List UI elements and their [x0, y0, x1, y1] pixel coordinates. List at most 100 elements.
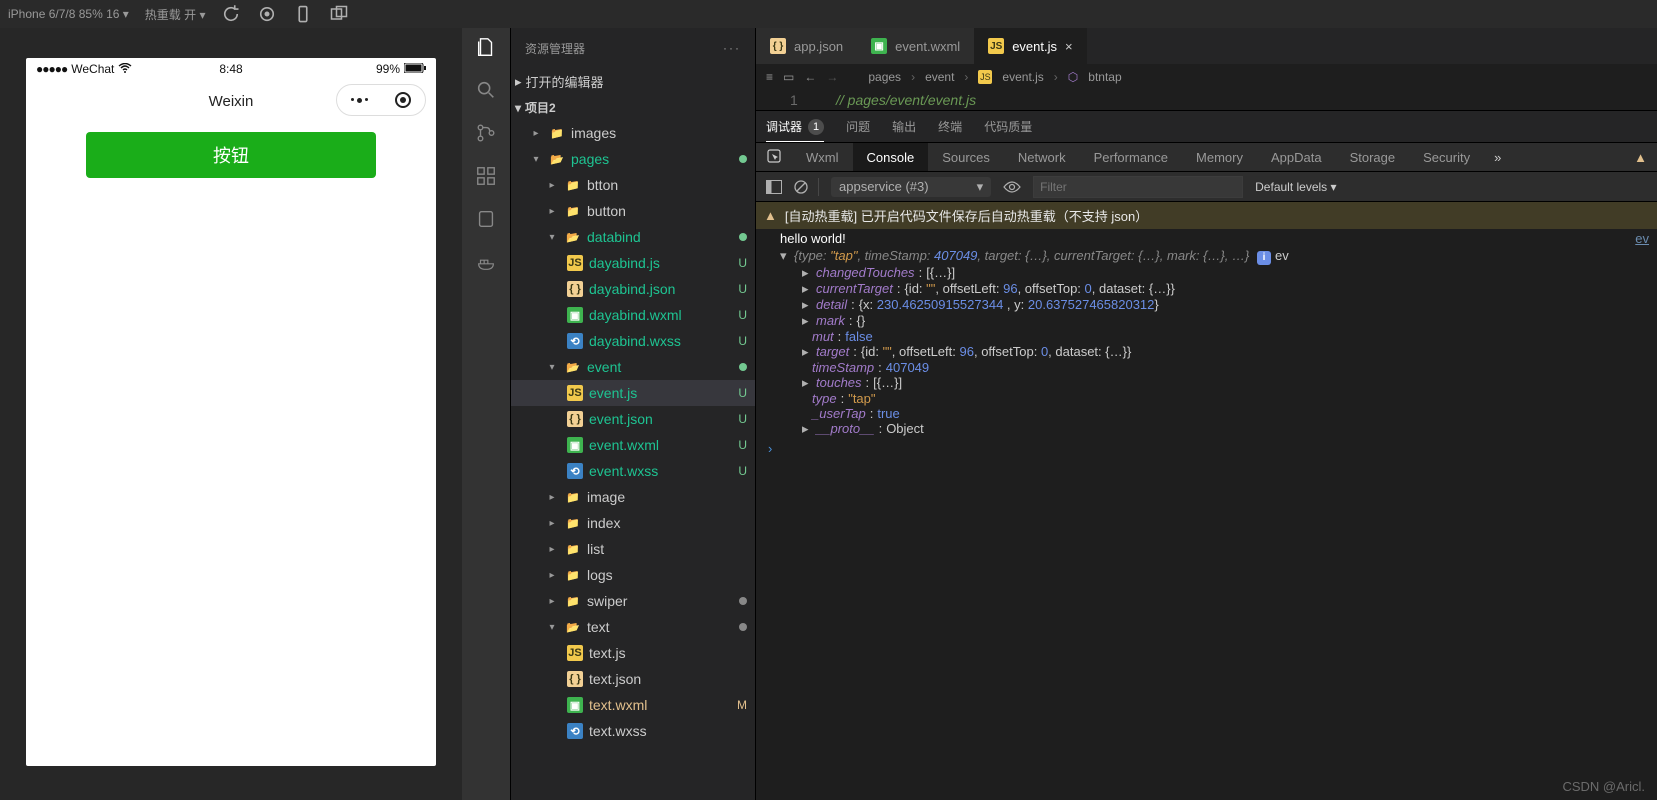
dev-performance[interactable]: Performance — [1080, 143, 1182, 171]
prop-target[interactable]: ▸target: {id: "", offsetLeft: 96, offset… — [756, 344, 1657, 360]
info-icon[interactable]: i — [1257, 251, 1271, 265]
phone-frame: ●●●●● WeChat 8:48 99% Weixin 按钮 — [26, 58, 436, 766]
folder-pages[interactable]: ▾📂pages — [511, 146, 755, 172]
db-icon[interactable] — [475, 208, 497, 233]
folder-index[interactable]: ▸📁index — [511, 510, 755, 536]
carrier-label: WeChat — [71, 62, 114, 76]
source-link[interactable]: ev — [1635, 231, 1649, 246]
prop-mark[interactable]: ▸mark: {} — [756, 313, 1657, 329]
clear-console-icon[interactable] — [794, 178, 819, 196]
file-event-js[interactable]: JSevent.jsU — [511, 380, 755, 406]
more-icon[interactable] — [351, 98, 368, 103]
folder-text[interactable]: ▾📂text — [511, 614, 755, 640]
search-icon[interactable] — [475, 79, 497, 104]
windows-icon[interactable] — [329, 4, 349, 24]
file-event-json[interactable]: { }event.jsonU — [511, 406, 755, 432]
tab-terminal[interactable]: 终端 — [938, 118, 962, 135]
folder-list[interactable]: ▸📁list — [511, 536, 755, 562]
close-icon[interactable]: × — [1065, 39, 1073, 54]
console-prompt[interactable]: › — [756, 437, 1657, 460]
file-dayabind-json[interactable]: { }dayabind.jsonU — [511, 276, 755, 302]
record-icon[interactable] — [257, 4, 277, 24]
tab-debugger[interactable]: 调试器1 — [766, 118, 824, 135]
nav-title: Weixin — [209, 93, 254, 110]
triangle-down-icon[interactable]: ▾ — [780, 248, 790, 264]
tab-codequality[interactable]: 代码质量 — [984, 118, 1032, 135]
hot-reload-toggle[interactable]: 热重载 开 ▾ — [145, 6, 206, 23]
dev-wxml[interactable]: Wxml — [792, 143, 853, 171]
sidebar-toggle-icon[interactable] — [766, 180, 782, 194]
crumb-symbol[interactable]: btntap — [1088, 70, 1121, 84]
warning-badge[interactable]: ▲ — [1634, 150, 1647, 165]
file-text-wxml[interactable]: ▣text.wxmlM — [511, 692, 755, 718]
project-section[interactable]: ▾ 项目2 — [511, 95, 755, 120]
git-icon[interactable] — [475, 122, 497, 147]
list-icon[interactable]: ≡ — [766, 70, 773, 84]
back-icon[interactable]: ← — [804, 70, 816, 84]
folder-button[interactable]: ▸📁button — [511, 198, 755, 224]
file-event-wxss[interactable]: ⟲event.wxssU — [511, 458, 755, 484]
dev-console[interactable]: Console — [853, 143, 929, 171]
folder-swiper[interactable]: ▸📁swiper — [511, 588, 755, 614]
explorer-title: 资源管理器 — [525, 40, 585, 57]
device-icon[interactable] — [293, 4, 313, 24]
filter-input[interactable] — [1033, 176, 1243, 198]
folder-image[interactable]: ▸📁image — [511, 484, 755, 510]
dev-appdata[interactable]: AppData — [1257, 143, 1336, 171]
folder-btton[interactable]: ▸📁btton — [511, 172, 755, 198]
code-view[interactable]: 1 // pages/event/event.js — [756, 90, 1657, 110]
log-levels-select[interactable]: Default levels ▾ — [1255, 180, 1336, 194]
dev-memory[interactable]: Memory — [1182, 143, 1257, 171]
folder-event[interactable]: ▾📂event — [511, 354, 755, 380]
context-select[interactable]: appservice (#3)▾ — [831, 177, 991, 197]
file-text-wxss[interactable]: ⟲text.wxss — [511, 718, 755, 744]
tab-event-js[interactable]: JSevent.js× — [974, 28, 1086, 64]
log-object-summary[interactable]: ▾ {type: "tap", timeStamp: 407049, targe… — [756, 248, 1657, 265]
dev-security[interactable]: Security — [1409, 143, 1484, 171]
crumb-pages[interactable]: pages — [868, 70, 901, 84]
file-event-wxml[interactable]: ▣event.wxmlU — [511, 432, 755, 458]
folder-logs[interactable]: ▸📁logs — [511, 562, 755, 588]
tab-app-json[interactable]: { }app.json — [756, 28, 857, 64]
prop-proto[interactable]: ▸__proto__: Object — [756, 421, 1657, 437]
extensions-icon[interactable] — [475, 165, 497, 190]
prop-mut: mut: false — [756, 329, 1657, 344]
open-editors-section[interactable]: ▸ 打开的编辑器 — [511, 68, 755, 95]
device-select[interactable]: iPhone 6/7/8 85% 16 ▾ — [8, 7, 129, 21]
prop-changedTouches[interactable]: ▸changedTouches: [{…}] — [756, 265, 1657, 281]
dev-network[interactable]: Network — [1004, 143, 1080, 171]
more-tabs-icon[interactable]: » — [1484, 150, 1511, 165]
tab-event-wxml[interactable]: ▣event.wxml — [857, 28, 974, 64]
prop-currentTarget[interactable]: ▸currentTarget: {id: "", offsetLeft: 96,… — [756, 281, 1657, 297]
tab-problems[interactable]: 问题 — [846, 118, 870, 135]
console-output[interactable]: ▲ [自动热重载] 已开启代码文件保存后自动热重载（不支持 json） hell… — [756, 202, 1657, 800]
docker-icon[interactable] — [475, 251, 497, 276]
crumb-file[interactable]: event.js — [1002, 70, 1043, 84]
files-icon[interactable] — [475, 36, 497, 61]
dev-sources[interactable]: Sources — [928, 143, 1004, 171]
close-target-icon[interactable] — [395, 92, 411, 108]
dev-storage[interactable]: Storage — [1336, 143, 1410, 171]
refresh-icon[interactable] — [221, 4, 241, 24]
file-text-js[interactable]: JStext.js — [511, 640, 755, 666]
source-link[interactable]: ev — [1275, 248, 1289, 263]
file-dayabind-wxml[interactable]: ▣dayabind.wxmlU — [511, 302, 755, 328]
file-dayabind-js[interactable]: JSdayabind.jsU — [511, 250, 755, 276]
tab-output[interactable]: 输出 — [892, 118, 916, 135]
folder-databind[interactable]: ▾📂databind — [511, 224, 755, 250]
prop-touches[interactable]: ▸touches: [{…}] — [756, 375, 1657, 391]
eye-icon[interactable] — [1003, 181, 1021, 193]
crumb-event[interactable]: event — [925, 70, 954, 84]
forward-icon[interactable]: → — [826, 70, 838, 84]
bookmark-icon[interactable]: ▭ — [783, 70, 794, 84]
capsule-menu[interactable] — [336, 84, 426, 116]
green-button[interactable]: 按钮 — [86, 132, 376, 178]
more-icon[interactable]: ··· — [723, 41, 741, 55]
file-dayabind-wxss[interactable]: ⟲dayabind.wxssU — [511, 328, 755, 354]
folder-images[interactable]: ▸📁images — [511, 120, 755, 146]
inspect-icon[interactable] — [756, 148, 792, 167]
explorer-panel: 资源管理器 ··· ▸ 打开的编辑器 ▾ 项目2 ▸📁images ▾📂page… — [510, 28, 756, 800]
file-text-json[interactable]: { }text.json — [511, 666, 755, 692]
prop-detail[interactable]: ▸detail: {x: 230.46250915527344 , y: 20.… — [756, 297, 1657, 313]
battery-icon — [404, 62, 426, 76]
